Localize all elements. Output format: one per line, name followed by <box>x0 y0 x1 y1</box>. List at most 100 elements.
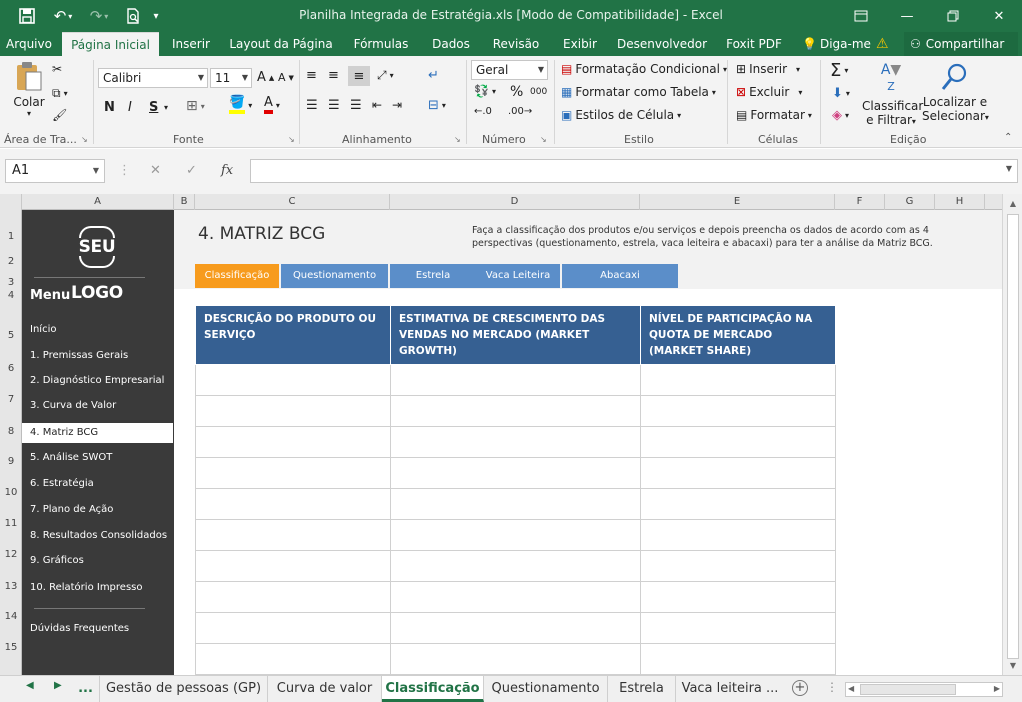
tab-layout[interactable]: Layout da Página <box>226 32 336 56</box>
table-cell[interactable] <box>195 488 391 520</box>
clear-icon[interactable]: ◈ ▾ <box>832 108 849 123</box>
table-cell[interactable] <box>195 426 391 458</box>
table-cell[interactable] <box>640 395 836 427</box>
thousands-button[interactable]: 000 <box>530 87 547 97</box>
table-cell[interactable] <box>640 581 836 613</box>
sheet-tab-curva-valor[interactable]: Curva de valor <box>268 676 382 702</box>
row-header[interactable]: 1 <box>0 231 22 242</box>
tab-pagina-inicial[interactable]: Página Inicial <box>62 32 159 56</box>
sidebar-item-inicio[interactable]: Início <box>22 320 173 340</box>
scroll-right-icon[interactable]: ▶ <box>994 684 1000 693</box>
decrease-font-icon[interactable]: A ▼ <box>278 71 294 84</box>
tab-arquivo[interactable]: Arquivo <box>0 32 58 56</box>
number-format-select[interactable]: Geral ▼ <box>471 60 548 80</box>
sidebar-item-premissas[interactable]: 1. Premissas Gerais <box>22 346 173 366</box>
tab-inserir[interactable]: Inserir <box>164 32 218 56</box>
table-cell[interactable] <box>195 643 391 675</box>
table-cell[interactable] <box>195 519 391 551</box>
underline-dropdown-icon[interactable]: ▾ <box>164 103 168 112</box>
collapse-ribbon-icon[interactable]: ⌃ <box>1004 132 1012 143</box>
number-launcher-icon[interactable]: ↘ <box>540 135 547 144</box>
more-sheets[interactable]: ... <box>72 676 100 702</box>
cancel-icon[interactable]: ✕ <box>150 163 161 178</box>
sidebar-item-swot[interactable]: 5. Análise SWOT <box>22 448 173 468</box>
row-header[interactable]: 8 <box>0 426 22 437</box>
increase-decimal-icon[interactable]: ←.0 <box>474 106 492 117</box>
scroll-down-icon[interactable]: ▼ <box>1003 658 1022 674</box>
column-header[interactable]: C <box>195 194 390 210</box>
align-bottom-icon[interactable]: ≡ <box>348 66 370 86</box>
format-cells-button[interactable]: ▤ Formatar ▾ <box>736 108 812 122</box>
ribbon-display-icon[interactable] <box>838 0 884 32</box>
vertical-scrollbar[interactable]: ▲ ▼ <box>1002 194 1022 675</box>
row-header[interactable]: 2 <box>0 256 22 267</box>
sheet-tab-vaca-leiteira[interactable]: Vaca leiteira ... <box>676 676 784 702</box>
hscroll-thumb[interactable] <box>860 684 956 695</box>
table-cell[interactable] <box>640 488 836 520</box>
table-cell[interactable] <box>390 581 641 613</box>
cut-icon[interactable]: ✂ <box>52 62 62 76</box>
table-cell[interactable] <box>390 364 641 396</box>
share-button[interactable]: ⚇ Compartilhar <box>904 32 1018 56</box>
next-sheet-icon[interactable]: ▶ <box>54 680 62 691</box>
row-header[interactable]: 7 <box>0 394 22 405</box>
decrease-indent-icon[interactable]: ⇤ <box>372 98 382 112</box>
row-header[interactable]: 4 <box>0 290 22 301</box>
align-middle-icon[interactable]: ≡ <box>328 68 339 83</box>
add-sheet-icon[interactable]: + <box>792 680 808 696</box>
row-header[interactable]: 12 <box>0 549 22 560</box>
sheet-tab-gestao-pessoas[interactable]: Gestão de pessoas (GP) <box>100 676 268 702</box>
sidebar-item-plano-acao[interactable]: 7. Plano de Ação <box>22 500 173 520</box>
sort-filter-button[interactable]: A▼ Z Classificar e Filtrar▾ <box>862 62 923 127</box>
font-name-select[interactable]: Calibri ▼ <box>98 68 208 88</box>
table-cell[interactable] <box>390 488 641 520</box>
insert-function-icon[interactable]: fx <box>221 163 233 178</box>
table-cell[interactable] <box>390 643 641 675</box>
sidebar-item-curva-valor[interactable]: 3. Curva de Valor <box>22 396 173 416</box>
orientation-icon[interactable]: ⤢ ▾ <box>377 68 394 83</box>
table-cell[interactable] <box>640 612 836 644</box>
row-header[interactable]: 13 <box>0 581 22 592</box>
subtab-vaca-leiteira[interactable]: Vaca Leiteira <box>476 264 560 288</box>
sheet-tab-classificacao[interactable]: Classificação <box>382 676 484 702</box>
borders-icon[interactable]: ⊞ ▾ <box>186 98 205 114</box>
table-cell[interactable] <box>195 395 391 427</box>
find-select-button[interactable]: Localizar e Selecionar▾ <box>922 62 989 123</box>
tab-formulas[interactable]: Fórmulas <box>346 32 416 56</box>
sidebar-item-matriz-bcg[interactable]: 4. Matriz BCG <box>22 423 173 443</box>
tab-exibir[interactable]: Exibir <box>556 32 604 56</box>
column-header[interactable]: H <box>935 194 985 210</box>
table-cell[interactable] <box>640 426 836 458</box>
table-cell[interactable] <box>390 426 641 458</box>
fill-icon[interactable]: ⬇ ▾ <box>832 86 850 101</box>
merge-center-icon[interactable]: ⊟ ▾ <box>428 98 446 113</box>
name-box[interactable]: A1 ▼ <box>5 159 105 183</box>
table-cell[interactable] <box>640 519 836 551</box>
sidebar-item-faq[interactable]: Dúvidas Frequentes <box>22 619 173 639</box>
align-right-icon[interactable]: ☰ <box>350 98 362 113</box>
table-cell[interactable] <box>640 643 836 675</box>
delete-cells-button[interactable]: ⊠ Excluir ▾ <box>736 85 802 99</box>
tab-desenvolvedor[interactable]: Desenvolvedor <box>612 32 712 56</box>
table-cell[interactable] <box>390 612 641 644</box>
decrease-decimal-icon[interactable]: .00→ <box>508 106 532 117</box>
font-color-icon[interactable]: A ▾ <box>264 96 280 114</box>
subtab-abacaxi[interactable]: Abacaxi <box>562 264 678 288</box>
bold-button[interactable]: N <box>104 100 115 115</box>
column-header[interactable]: B <box>174 194 195 210</box>
sidebar-item-relatorio[interactable]: 10. Relatório Impresso <box>22 578 173 598</box>
copy-icon[interactable]: ⧉ ▾ <box>52 86 68 101</box>
table-cell[interactable] <box>390 550 641 582</box>
table-cell[interactable] <box>195 457 391 489</box>
cell-styles-button[interactable]: ▣ Estilos de Célula ▾ <box>561 108 681 122</box>
table-cell[interactable] <box>640 457 836 489</box>
table-cell[interactable] <box>390 395 641 427</box>
row-header[interactable]: 5 <box>0 330 22 341</box>
clipboard-launcher-icon[interactable]: ↘ <box>81 135 88 144</box>
subtab-classificacao[interactable]: Classificação <box>195 264 279 288</box>
column-header[interactable]: G <box>885 194 935 210</box>
fill-color-icon[interactable]: 🪣 ▾ <box>229 96 252 114</box>
select-all-corner[interactable] <box>0 194 22 210</box>
currency-icon[interactable]: 💱 ▾ <box>474 84 496 98</box>
percent-button[interactable]: % <box>510 84 523 100</box>
